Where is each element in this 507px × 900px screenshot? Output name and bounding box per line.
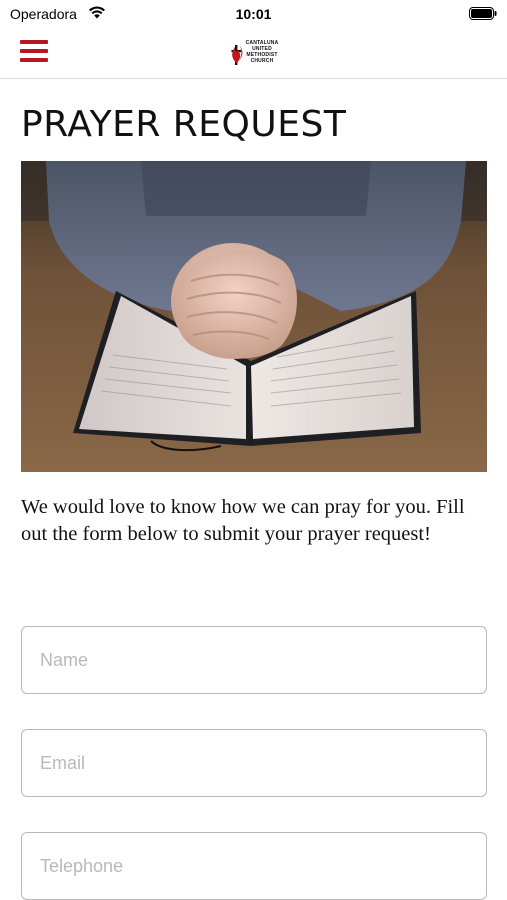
status-time: 10:01 (235, 6, 272, 22)
battery-icon (469, 7, 497, 20)
intro-text: We would love to know how we can pray fo… (21, 496, 465, 545)
logo-text: CANTALUNA UNITED METHODIST CHURCH (244, 40, 280, 64)
cross-and-flame-icon (231, 45, 243, 65)
name-field[interactable] (21, 626, 487, 694)
name-input[interactable] (22, 627, 486, 693)
hamburger-menu-icon (20, 40, 48, 44)
logo-line: CHURCH (250, 58, 274, 64)
telephone-input[interactable] (22, 833, 486, 899)
hamburger-menu-icon-bar (20, 58, 48, 62)
menu-button[interactable] (20, 40, 48, 64)
nav-bar: CANTALUNA UNITED METHODIST CHURCH (0, 28, 507, 79)
hamburger-menu-icon-bar (20, 49, 48, 53)
church-logo[interactable]: CANTALUNA UNITED METHODIST CHURCH (230, 39, 280, 67)
status-bar: Operadora 10:01 (0, 0, 507, 28)
page-title: PRAYER REQUEST (21, 104, 347, 145)
telephone-field[interactable] (21, 832, 487, 900)
email-input[interactable] (22, 730, 486, 796)
email-field[interactable] (21, 729, 487, 797)
praying-hands-bible-image (21, 161, 487, 472)
